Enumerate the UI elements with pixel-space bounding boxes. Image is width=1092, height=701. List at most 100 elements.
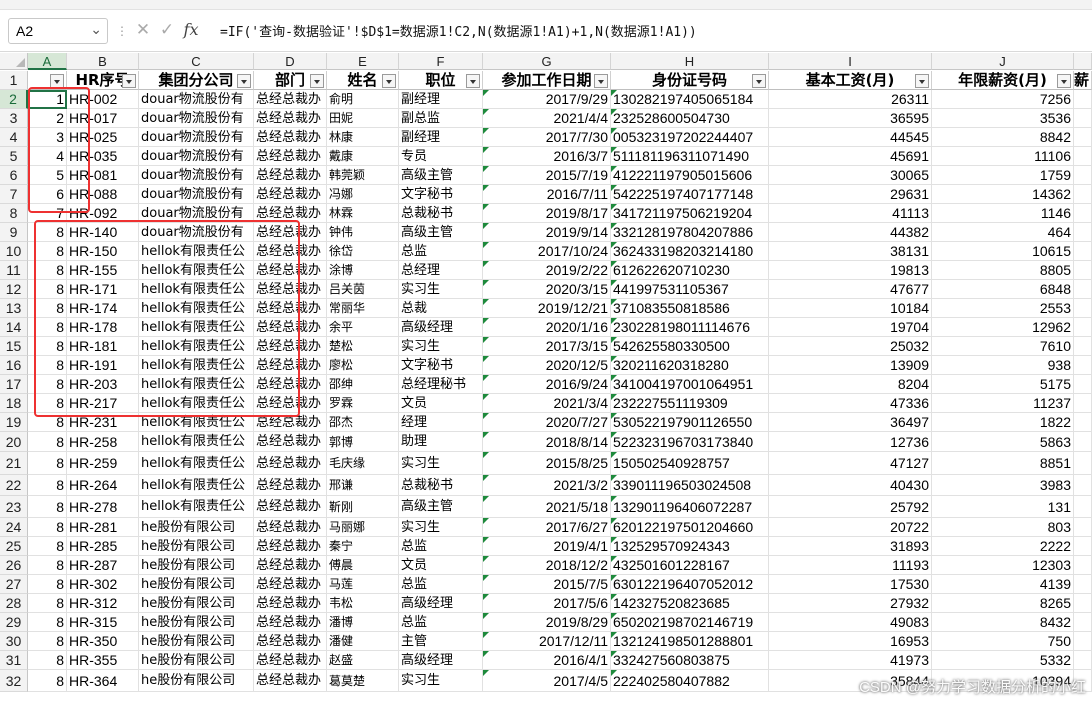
cell-B[interactable]: HR-281 (67, 518, 139, 537)
cell-A[interactable]: 8 (28, 242, 67, 261)
cell-E[interactable]: 韦松 (327, 594, 399, 613)
cell-B[interactable]: HR-217 (67, 394, 139, 413)
cell-B[interactable]: HR-092 (67, 204, 139, 223)
cell-B[interactable]: HR-002 (67, 90, 139, 109)
cell-A[interactable]: 8 (28, 594, 67, 613)
row-header[interactable]: 11 (0, 261, 28, 280)
row-header[interactable]: 9 (0, 223, 28, 242)
cell-E[interactable]: 葛莫楚 (327, 670, 399, 692)
row-header[interactable]: 26 (0, 556, 28, 575)
cell-I[interactable]: 41973 (769, 651, 932, 670)
cell-B[interactable]: HR-259 (67, 452, 139, 475)
cell-D[interactable]: 总经总裁办 (254, 185, 327, 204)
header-cell-G[interactable]: 参加工作日期 (483, 71, 611, 90)
row-header[interactable]: 21 (0, 452, 28, 475)
cell-B[interactable]: HR-171 (67, 280, 139, 299)
cell-G[interactable]: 2018/12/2 (483, 556, 611, 575)
cell-F[interactable]: 总监 (399, 575, 483, 594)
row-header[interactable]: 22 (0, 475, 28, 496)
cell-K[interactable] (1074, 651, 1092, 670)
cell-J[interactable]: 7610 (932, 337, 1074, 356)
cell-I[interactable]: 36595 (769, 109, 932, 128)
cell-G[interactable]: 2016/4/1 (483, 651, 611, 670)
cell-J[interactable]: 803 (932, 518, 1074, 537)
column-header-G[interactable]: G (483, 53, 611, 70)
row-header[interactable]: 2 (0, 90, 28, 109)
cell-C[interactable]: douar物流股份有 (139, 128, 254, 147)
cell-A[interactable]: 8 (28, 518, 67, 537)
cell-H[interactable]: 341721197506219204 (611, 204, 769, 223)
cell-K[interactable] (1074, 537, 1092, 556)
header-cell-E[interactable]: 姓名 (327, 71, 399, 90)
cell-B[interactable]: HR-181 (67, 337, 139, 356)
cell-E[interactable]: 林康 (327, 128, 399, 147)
header-cell-D[interactable]: 部门 (254, 71, 327, 90)
cell-B[interactable]: HR-081 (67, 166, 139, 185)
cell-I[interactable]: 16953 (769, 632, 932, 651)
cell-C[interactable]: hellok有限责任公 (139, 242, 254, 261)
cell-C[interactable]: douar物流股份有 (139, 185, 254, 204)
cell-F[interactable]: 高级主管 (399, 496, 483, 518)
cell-G[interactable]: 2017/9/29 (483, 90, 611, 109)
cell-F[interactable]: 实习生 (399, 280, 483, 299)
cell-K[interactable] (1074, 90, 1092, 109)
cell-A[interactable]: 8 (28, 496, 67, 518)
cell-F[interactable]: 总裁秘书 (399, 204, 483, 223)
cell-A[interactable]: 8 (28, 475, 67, 496)
cell-D[interactable]: 总经总裁办 (254, 280, 327, 299)
cell-B[interactable]: HR-231 (67, 413, 139, 432)
cell-A[interactable]: 8 (28, 356, 67, 375)
cell-D[interactable]: 总经总裁办 (254, 670, 327, 692)
cell-E[interactable]: 罗霖 (327, 394, 399, 413)
cell-K[interactable] (1074, 394, 1092, 413)
cell-H[interactable]: 142327520823685 (611, 594, 769, 613)
cell-A[interactable]: 6 (28, 185, 67, 204)
cell-H[interactable]: 530522197901126550 (611, 413, 769, 432)
cell-J[interactable]: 11106 (932, 147, 1074, 166)
cell-D[interactable]: 总经总裁办 (254, 632, 327, 651)
cell-I[interactable]: 13909 (769, 356, 932, 375)
row-header[interactable]: 7 (0, 185, 28, 204)
cell-K[interactable] (1074, 147, 1092, 166)
cell-H[interactable]: 130282197405065184 (611, 90, 769, 109)
cell-A[interactable]: 8 (28, 613, 67, 632)
cell-J[interactable]: 11237 (932, 394, 1074, 413)
cell-G[interactable]: 2015/8/25 (483, 452, 611, 475)
cell-B[interactable]: HR-287 (67, 556, 139, 575)
header-cell-B[interactable]: HR序号 (67, 71, 139, 90)
cell-I[interactable]: 38131 (769, 242, 932, 261)
cell-J[interactable]: 12303 (932, 556, 1074, 575)
cell-H[interactable]: 542225197407177148 (611, 185, 769, 204)
cell-G[interactable]: 2020/12/5 (483, 356, 611, 375)
filter-dropdown-icon[interactable] (594, 74, 608, 88)
cross-icon[interactable]: ✕ (132, 18, 154, 42)
cell-H[interactable]: 150502540928757 (611, 452, 769, 475)
name-box[interactable]: A2 ⌄ (8, 18, 108, 44)
cell-G[interactable]: 2017/3/15 (483, 337, 611, 356)
cell-H[interactable]: 412221197905015606 (611, 166, 769, 185)
cell-J[interactable]: 4139 (932, 575, 1074, 594)
filter-dropdown-icon[interactable] (237, 74, 251, 88)
cell-H[interactable]: 522323196703173840 (611, 432, 769, 452)
cell-I[interactable]: 19704 (769, 318, 932, 337)
cell-C[interactable]: he股份有限公司 (139, 537, 254, 556)
cell-H[interactable]: 341004197001064951 (611, 375, 769, 394)
cell-A[interactable]: 8 (28, 432, 67, 452)
cell-H[interactable]: 441997531105367 (611, 280, 769, 299)
cell-A[interactable]: 8 (28, 223, 67, 242)
cell-D[interactable]: 总经总裁办 (254, 90, 327, 109)
cell-J[interactable]: 6848 (932, 280, 1074, 299)
cell-I[interactable]: 44545 (769, 128, 932, 147)
cell-E[interactable]: 赵盛 (327, 651, 399, 670)
row-header[interactable]: 8 (0, 204, 28, 223)
cell-E[interactable]: 邢谦 (327, 475, 399, 496)
cell-K[interactable] (1074, 452, 1092, 475)
cell-H[interactable]: 339011196503024508 (611, 475, 769, 496)
cell-B[interactable]: HR-355 (67, 651, 139, 670)
cell-B[interactable]: HR-278 (67, 496, 139, 518)
cell-E[interactable]: 涂博 (327, 261, 399, 280)
cell-G[interactable]: 2021/3/2 (483, 475, 611, 496)
cell-E[interactable]: 林霖 (327, 204, 399, 223)
row-header[interactable]: 32 (0, 670, 28, 692)
cell-K[interactable] (1074, 280, 1092, 299)
